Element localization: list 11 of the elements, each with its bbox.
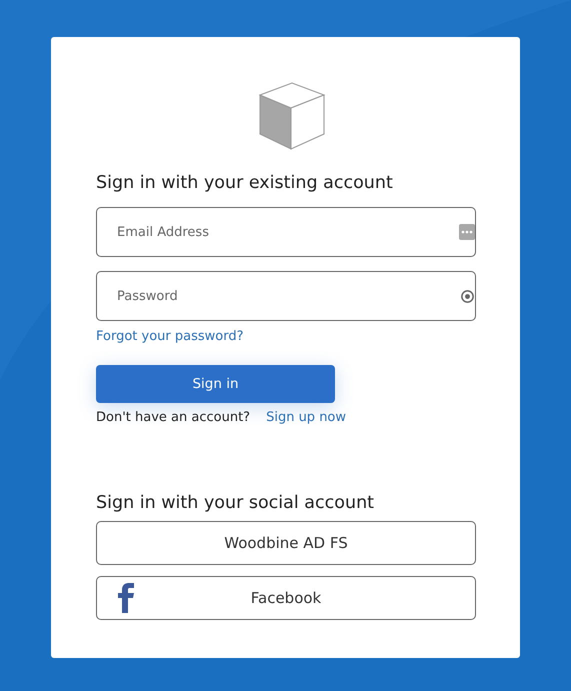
- signup-prompt: Don't have an account?: [96, 410, 250, 425]
- provider-button[interactable]: Woodbine AD FS: [96, 521, 476, 565]
- input-field[interactable]: Password: [96, 271, 476, 321]
- provider-button[interactable]: Facebook: [96, 576, 476, 620]
- facebook-icon: [117, 583, 135, 613]
- input-field[interactable]: Email Address: [96, 207, 476, 257]
- section-heading: Sign in with your existing account: [96, 173, 394, 193]
- section-heading: Sign in with your social account: [96, 493, 376, 513]
- sign-in-button[interactable]: Sign in: [96, 365, 335, 403]
- forgot-password-link[interactable]: Forgot your password?: [96, 329, 244, 344]
- sign-up-link[interactable]: Sign up now: [266, 410, 346, 425]
